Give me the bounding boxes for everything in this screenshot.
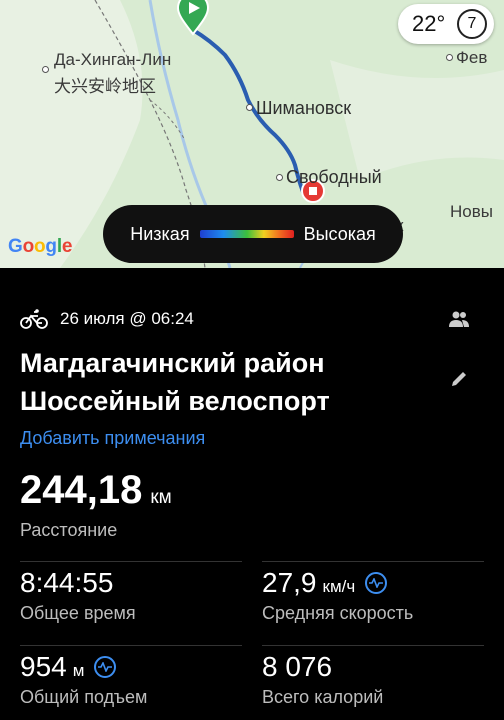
elevation-value: 954 [20, 651, 67, 682]
legend-low-label: Низкая [130, 223, 190, 244]
weather-temp: 22° [412, 11, 446, 36]
pulse-icon[interactable] [365, 572, 388, 594]
pulse-icon[interactable] [94, 656, 117, 678]
avg-speed-metric: 27,9 км/ч Средняя скорость [262, 567, 413, 624]
activity-date: 26 июля @ 06:24 [60, 309, 194, 328]
map-label-region-cn: 大兴安岭地区 [54, 77, 156, 96]
map-label-city2: Свободный [286, 167, 382, 187]
weather-badge[interactable]: 22° 7 [398, 4, 494, 44]
distance-label: Расстояние [20, 520, 118, 540]
map-dot-icon [276, 174, 283, 181]
route-map[interactable]: Да-Хинган-Лин 大兴安岭地区 Шимановск Свободный… [0, 0, 504, 268]
map-label-region: Да-Хинган-Лин [54, 50, 172, 69]
participants-icon[interactable] [446, 306, 472, 332]
elevation-legend[interactable]: Низкая Высокая [103, 205, 403, 263]
activity-details: 26 июля @ 06:24 Магдагачинский район Шос… [0, 268, 504, 720]
divider [262, 645, 484, 646]
edit-pencil-icon[interactable] [446, 366, 472, 392]
distance-unit: км [150, 487, 172, 508]
elevation-unit: м [72, 661, 85, 680]
map-label-east2: Новы [450, 202, 493, 221]
calories-value: 8 076 [262, 651, 333, 682]
avg-speed-label: Средняя скорость [262, 603, 414, 623]
elevation-label: Общий подъем [20, 687, 148, 707]
distance-value: 244,18 [20, 468, 143, 512]
divider [20, 561, 242, 562]
distance-metric: 244,18 км [20, 468, 172, 513]
elevation-metric: 954 м Общий подъем [20, 651, 147, 708]
legend-high-label: Высокая [303, 223, 376, 244]
activity-title-line2: Шоссейный велоспорт [20, 386, 330, 416]
google-logo: Google [8, 236, 73, 257]
legend-gradient-bar [199, 230, 294, 238]
total-time-label: Общее время [20, 603, 136, 623]
divider [20, 645, 242, 646]
avg-speed-unit: км/ч [322, 577, 356, 596]
calories-label: Всего калорий [262, 687, 384, 707]
map-label-east1: Фев [456, 48, 488, 67]
map-label-city1: Шимановск [256, 98, 352, 118]
map-dot-icon [42, 66, 49, 73]
bicycle-icon [20, 309, 48, 329]
divider [262, 561, 484, 562]
avg-speed-value: 27,9 [262, 567, 317, 598]
activity-title-line1: Магдагачинский район [20, 348, 325, 378]
wind-value: 7 [467, 15, 477, 32]
total-time-metric: 8:44:55 Общее время [20, 567, 136, 624]
map-dot-icon [446, 54, 453, 61]
add-notes-link[interactable]: Добавить примечания [20, 428, 205, 449]
activity-title: Магдагачинский район Шоссейный велоспорт [20, 344, 330, 420]
total-time-value: 8:44:55 [20, 567, 114, 598]
calories-metric: 8 076 Всего калорий [262, 651, 383, 708]
activity-date-row: 26 июля @ 06:24 [20, 308, 194, 330]
wind-dial-icon: 7 [457, 9, 487, 39]
map-dot-icon [246, 104, 253, 111]
start-marker-icon [176, 0, 210, 36]
